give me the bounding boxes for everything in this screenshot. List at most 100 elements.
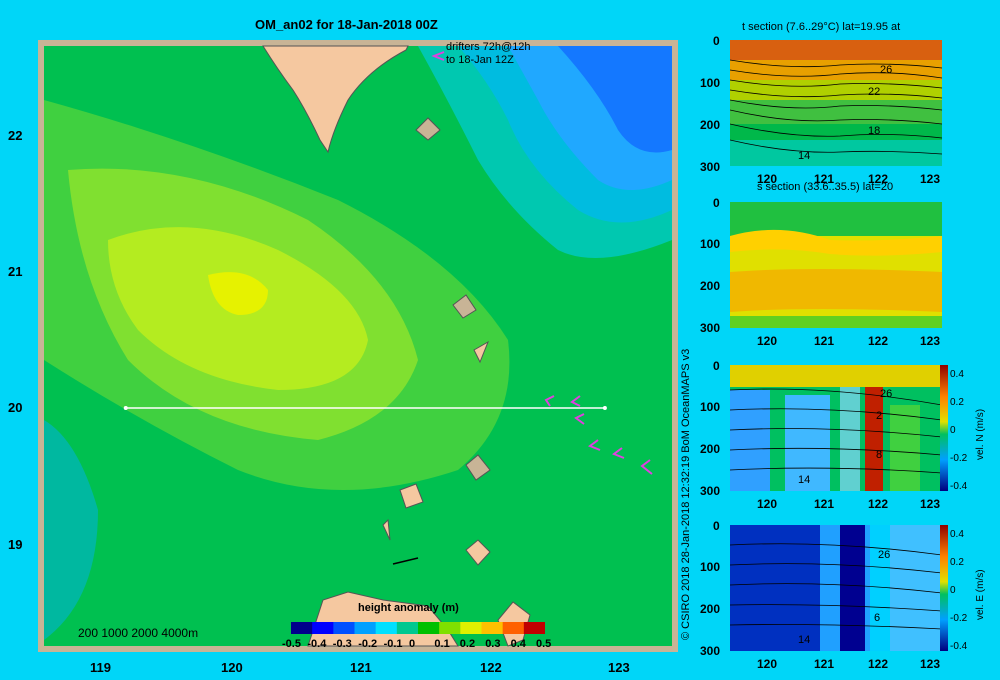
map-title: OM_an02 for 18-Jan-2018 00Z (255, 17, 438, 32)
panel-lon-tick: 120 (757, 172, 778, 186)
panel-lon-tick: 122 (868, 172, 889, 186)
colorbar-label: -0.4 (307, 638, 327, 650)
colorbar-swatch (460, 622, 482, 634)
panel-4-contour-14: 14 (798, 634, 811, 646)
panel-colorbar-tick: 0.2 (950, 397, 964, 408)
panel-colorbar-tick: 0.4 (950, 529, 964, 540)
colorbar-label: 0.3 (485, 638, 501, 650)
credit-text: © CSIRO 2018 28-Jan-2018 12:32:19 BoM Oc… (680, 348, 692, 640)
colorbar-swatch (523, 622, 545, 634)
panel-lon-tick: 123 (920, 497, 941, 511)
p2-depth-300: 300 (700, 321, 721, 335)
colorbar-swatch (291, 622, 313, 634)
panel-lon-tick: 120 (757, 334, 778, 348)
p1-depth-300: 300 (700, 160, 721, 174)
panel-1-temperature-section (730, 40, 942, 166)
panel-lon-tick: 122 (868, 657, 889, 671)
lon-tick-122: 122 (480, 660, 502, 675)
section-start-marker (123, 406, 128, 410)
panel-lon-tick: 123 (920, 334, 941, 348)
lat-tick-21: 21 (8, 264, 23, 279)
panel-lon-tick: 120 (757, 657, 778, 671)
panel-1-contour-26: 26 (880, 64, 893, 76)
lon-tick-119: 119 (90, 660, 111, 675)
panel-colorbar-tick: 0 (950, 425, 956, 436)
colorbar-label: -0.5 (282, 638, 301, 650)
colorbar-swatch (418, 622, 440, 634)
p3-depth-0: 0 (713, 359, 720, 373)
lon-tick-120: 120 (221, 660, 243, 675)
p4-depth-100: 100 (700, 560, 721, 574)
panel-lon-tick: 122 (868, 334, 889, 348)
panel-3-contour-26: 26 (880, 388, 893, 400)
lat-tick-19: 19 (8, 537, 23, 552)
p4-depth-0: 0 (713, 519, 720, 533)
panel-lon-tick: 121 (814, 497, 835, 511)
panel-colorbar-tick: 0 (950, 585, 956, 596)
panel-3-contour-8: 8 (876, 449, 883, 461)
lon-tick-121: 121 (350, 660, 372, 675)
p3-depth-200: 200 (700, 442, 721, 456)
panel-lon-tick: 121 (814, 172, 835, 186)
lat-tick-20: 20 (8, 400, 23, 415)
colorbar-swatch (502, 622, 525, 634)
panel-colorbar-tick: -0.2 (950, 453, 968, 464)
colorbar-swatch (354, 622, 377, 634)
depth-legend: 200 1000 2000 4000m (78, 626, 199, 640)
panel-4-contour-6: 6 (874, 612, 881, 624)
p3-depth-100: 100 (700, 400, 721, 414)
colorbar-label: 0 (409, 638, 416, 650)
p4-depth-200: 200 (700, 602, 721, 616)
panel-colorbar-tick: 0.4 (950, 369, 964, 380)
panel-lon-tick: 123 (920, 172, 941, 186)
colorbar-swatch (333, 622, 355, 634)
panel-lon-tick: 121 (814, 657, 835, 671)
panel-lon-tick: 122 (868, 497, 889, 511)
colorbar-title: height anomaly (m) (358, 602, 459, 614)
panel-4-side-label: vel. E (m/s) (975, 569, 986, 620)
panel-colorbar-tick: -0.2 (950, 613, 968, 624)
colorbar-swatch (375, 622, 398, 634)
panel-3-contour-2: 2 (876, 410, 883, 422)
p1-depth-0: 0 (713, 34, 720, 48)
p2-depth-0: 0 (713, 196, 720, 210)
map-plot (38, 40, 678, 652)
colorbar-swatch (439, 622, 461, 634)
p2-depth-200: 200 (700, 279, 721, 293)
panel-2-salinity-section (730, 202, 942, 328)
drifters-label: drifters 72h@12h (446, 41, 531, 53)
colorbar-label: -0.2 (358, 638, 378, 650)
p1-depth-100: 100 (700, 76, 721, 90)
panel-1-contour-18: 18 (868, 125, 881, 137)
p2-depth-100: 100 (700, 237, 721, 251)
p4-depth-300: 300 (700, 644, 721, 658)
colorbar-label: 0.2 (459, 638, 476, 650)
colorbar-label: 0.1 (434, 638, 450, 650)
drifters-time-label: to 18-Jan 12Z (446, 54, 514, 66)
colorbar (291, 622, 545, 634)
panel-colorbar-tick: -0.4 (950, 641, 968, 652)
colorbar-label: 0.4 (510, 638, 526, 650)
colorbar-label: 0.5 (536, 638, 552, 650)
panel-3-side-label: vel. N (m/s) (975, 408, 986, 460)
panel-1-title: t section (7.6..29°C) lat=19.95 at (742, 21, 901, 33)
lat-tick-22: 22 (8, 128, 23, 143)
panel-lon-tick: 120 (757, 497, 778, 511)
section-end-marker (602, 406, 607, 410)
colorbar-swatch (312, 622, 334, 634)
panel-3-colorbar (940, 365, 948, 491)
colorbar-label: -0.3 (332, 638, 352, 650)
panel-lon-tick: 121 (814, 334, 835, 348)
lon-tick-123: 123 (608, 660, 630, 675)
colorbar-swatch (396, 622, 419, 634)
panel-1-contour-14: 14 (798, 150, 811, 162)
p1-depth-200: 200 (700, 118, 721, 132)
panel-3-north-velocity-section (730, 365, 942, 491)
panel-colorbar-tick: 0.2 (950, 557, 964, 568)
panel-1-contour-22: 22 (868, 86, 881, 98)
panel-4-contour-26: 26 (878, 549, 891, 561)
panel-colorbar-tick: -0.4 (950, 481, 968, 492)
panel-4-east-velocity-section (730, 525, 942, 651)
colorbar-swatch (481, 622, 504, 634)
panel-3-contour-14: 14 (798, 474, 811, 486)
